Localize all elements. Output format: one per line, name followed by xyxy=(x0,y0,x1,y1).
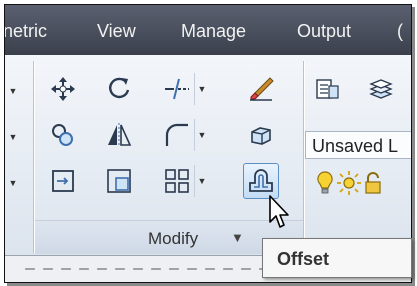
erase-icon xyxy=(248,76,274,102)
erase-button[interactable] xyxy=(245,73,277,105)
left-dropdown-arrow-1[interactable]: ▼ xyxy=(5,75,21,107)
layer-freeze-button[interactable] xyxy=(335,167,363,199)
lock-icon xyxy=(363,170,383,196)
array-icon xyxy=(164,168,190,194)
left-dropdown-arrow-3[interactable]: ▼ xyxy=(5,167,21,199)
tab-manage[interactable]: Manage xyxy=(181,21,246,42)
trim-dropdown-arrow[interactable]: ▼ xyxy=(194,73,209,105)
modify-panel-title: Modify xyxy=(148,229,199,248)
layer-properties-button[interactable] xyxy=(311,73,343,105)
ribbon-tab-bar: netric View Manage Output ( xyxy=(5,5,411,55)
offset-tooltip: Offset xyxy=(262,238,412,278)
mirror-button[interactable] xyxy=(103,119,135,151)
layer-lock-button[interactable] xyxy=(361,167,385,199)
layer-state-button[interactable] xyxy=(365,73,397,105)
tab-truncated[interactable]: ( xyxy=(397,21,403,42)
trim-button[interactable] xyxy=(161,73,193,105)
tab-parametric[interactable]: netric xyxy=(5,21,47,42)
panel-separator-right xyxy=(303,61,304,253)
scale-icon xyxy=(106,168,132,194)
fillet-dropdown-arrow[interactable]: ▼ xyxy=(194,119,209,151)
layer-on-off-button[interactable] xyxy=(313,167,337,199)
explode-button[interactable] xyxy=(245,119,277,151)
sun-icon xyxy=(336,170,362,196)
mouse-pointer-icon xyxy=(268,194,292,230)
tab-view[interactable]: View xyxy=(97,21,136,42)
layer-state-icon xyxy=(368,76,394,102)
layer-state-dropdown[interactable]: Unsaved L xyxy=(305,131,411,159)
rotate-icon xyxy=(106,76,132,102)
lightbulb-icon xyxy=(316,170,334,196)
mirror-icon xyxy=(106,122,132,148)
array-dropdown-arrow[interactable]: ▼ xyxy=(194,165,209,197)
ribbon-panel-area: ▼ ▼ ▼ ▼ ▼ ▼ Modify ▼ Unsaved L xyxy=(5,55,411,255)
copy-button[interactable] xyxy=(47,119,79,151)
left-dropdown-arrow-2[interactable]: ▼ xyxy=(5,121,21,153)
scale-button[interactable] xyxy=(103,165,135,197)
move-icon xyxy=(50,76,76,102)
modify-panel-expand-icon[interactable]: ▼ xyxy=(231,230,244,245)
layer-properties-icon xyxy=(314,76,340,102)
panel-separator-left xyxy=(33,61,34,253)
stretch-button[interactable] xyxy=(47,165,79,197)
stretch-icon xyxy=(50,168,76,194)
dotted-ruler xyxy=(21,268,281,270)
rotate-button[interactable] xyxy=(103,73,135,105)
fillet-button[interactable] xyxy=(161,119,193,151)
explode-icon xyxy=(248,122,274,148)
copy-icon xyxy=(50,122,76,148)
move-button[interactable] xyxy=(47,73,79,105)
trim-icon xyxy=(164,76,190,102)
tooltip-text: Offset xyxy=(277,249,330,269)
tab-output[interactable]: Output xyxy=(297,21,351,42)
offset-icon xyxy=(247,167,275,195)
fillet-icon xyxy=(164,122,190,148)
array-button[interactable] xyxy=(161,165,193,197)
